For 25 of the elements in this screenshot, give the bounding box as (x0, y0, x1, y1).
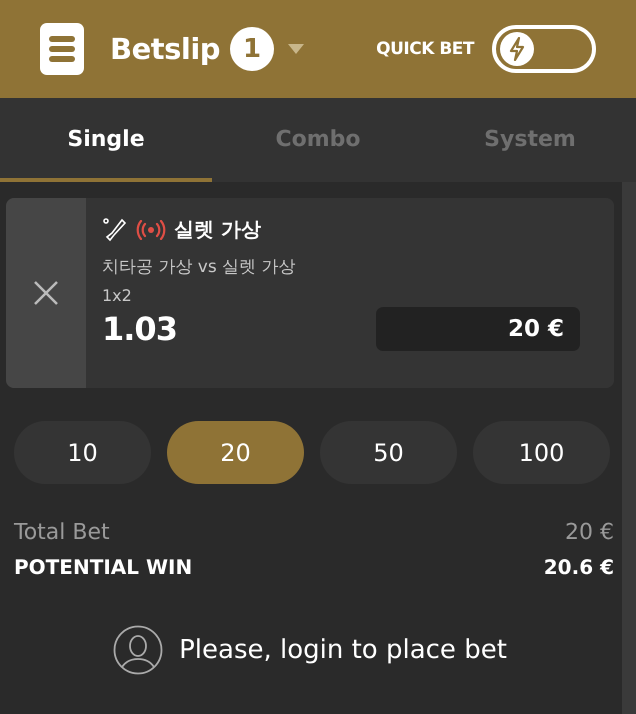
menu-button[interactable] (40, 23, 84, 75)
stake-chip[interactable]: 10 (14, 421, 151, 484)
quick-bet-label: QUICK BET (376, 39, 474, 59)
bat-icon (102, 216, 128, 242)
login-message: Please, login to place bet (179, 635, 507, 665)
selection-name: 실렛 가상 (174, 216, 261, 243)
event-name: 치타공 가상 vs 실렛 가상 (102, 256, 297, 278)
betslip-title: Betslip (110, 32, 220, 66)
stake-chip[interactable]: 20 (167, 421, 304, 484)
lightning-icon (508, 37, 526, 61)
stake-field[interactable]: 20 € (376, 307, 580, 351)
odds-value: 1.03 (102, 310, 177, 348)
total-bet-value: 20 € (565, 520, 614, 545)
user-icon (113, 625, 164, 675)
stake-chip[interactable]: 100 (473, 421, 610, 484)
caret-icon[interactable] (288, 44, 304, 54)
potential-win-value: 20.6 € (544, 555, 614, 579)
market-name: 1x2 (102, 286, 133, 305)
bet-count: 1 (230, 27, 274, 71)
close-icon (34, 281, 58, 305)
quick-bet-toggle[interactable] (492, 25, 596, 73)
stake-chip[interactable]: 50 (320, 421, 457, 484)
bet-type-tab[interactable]: Single (0, 98, 212, 182)
potential-win-label: POTENTIAL WIN (14, 555, 192, 579)
total-bet-label: Total Bet (14, 520, 110, 545)
